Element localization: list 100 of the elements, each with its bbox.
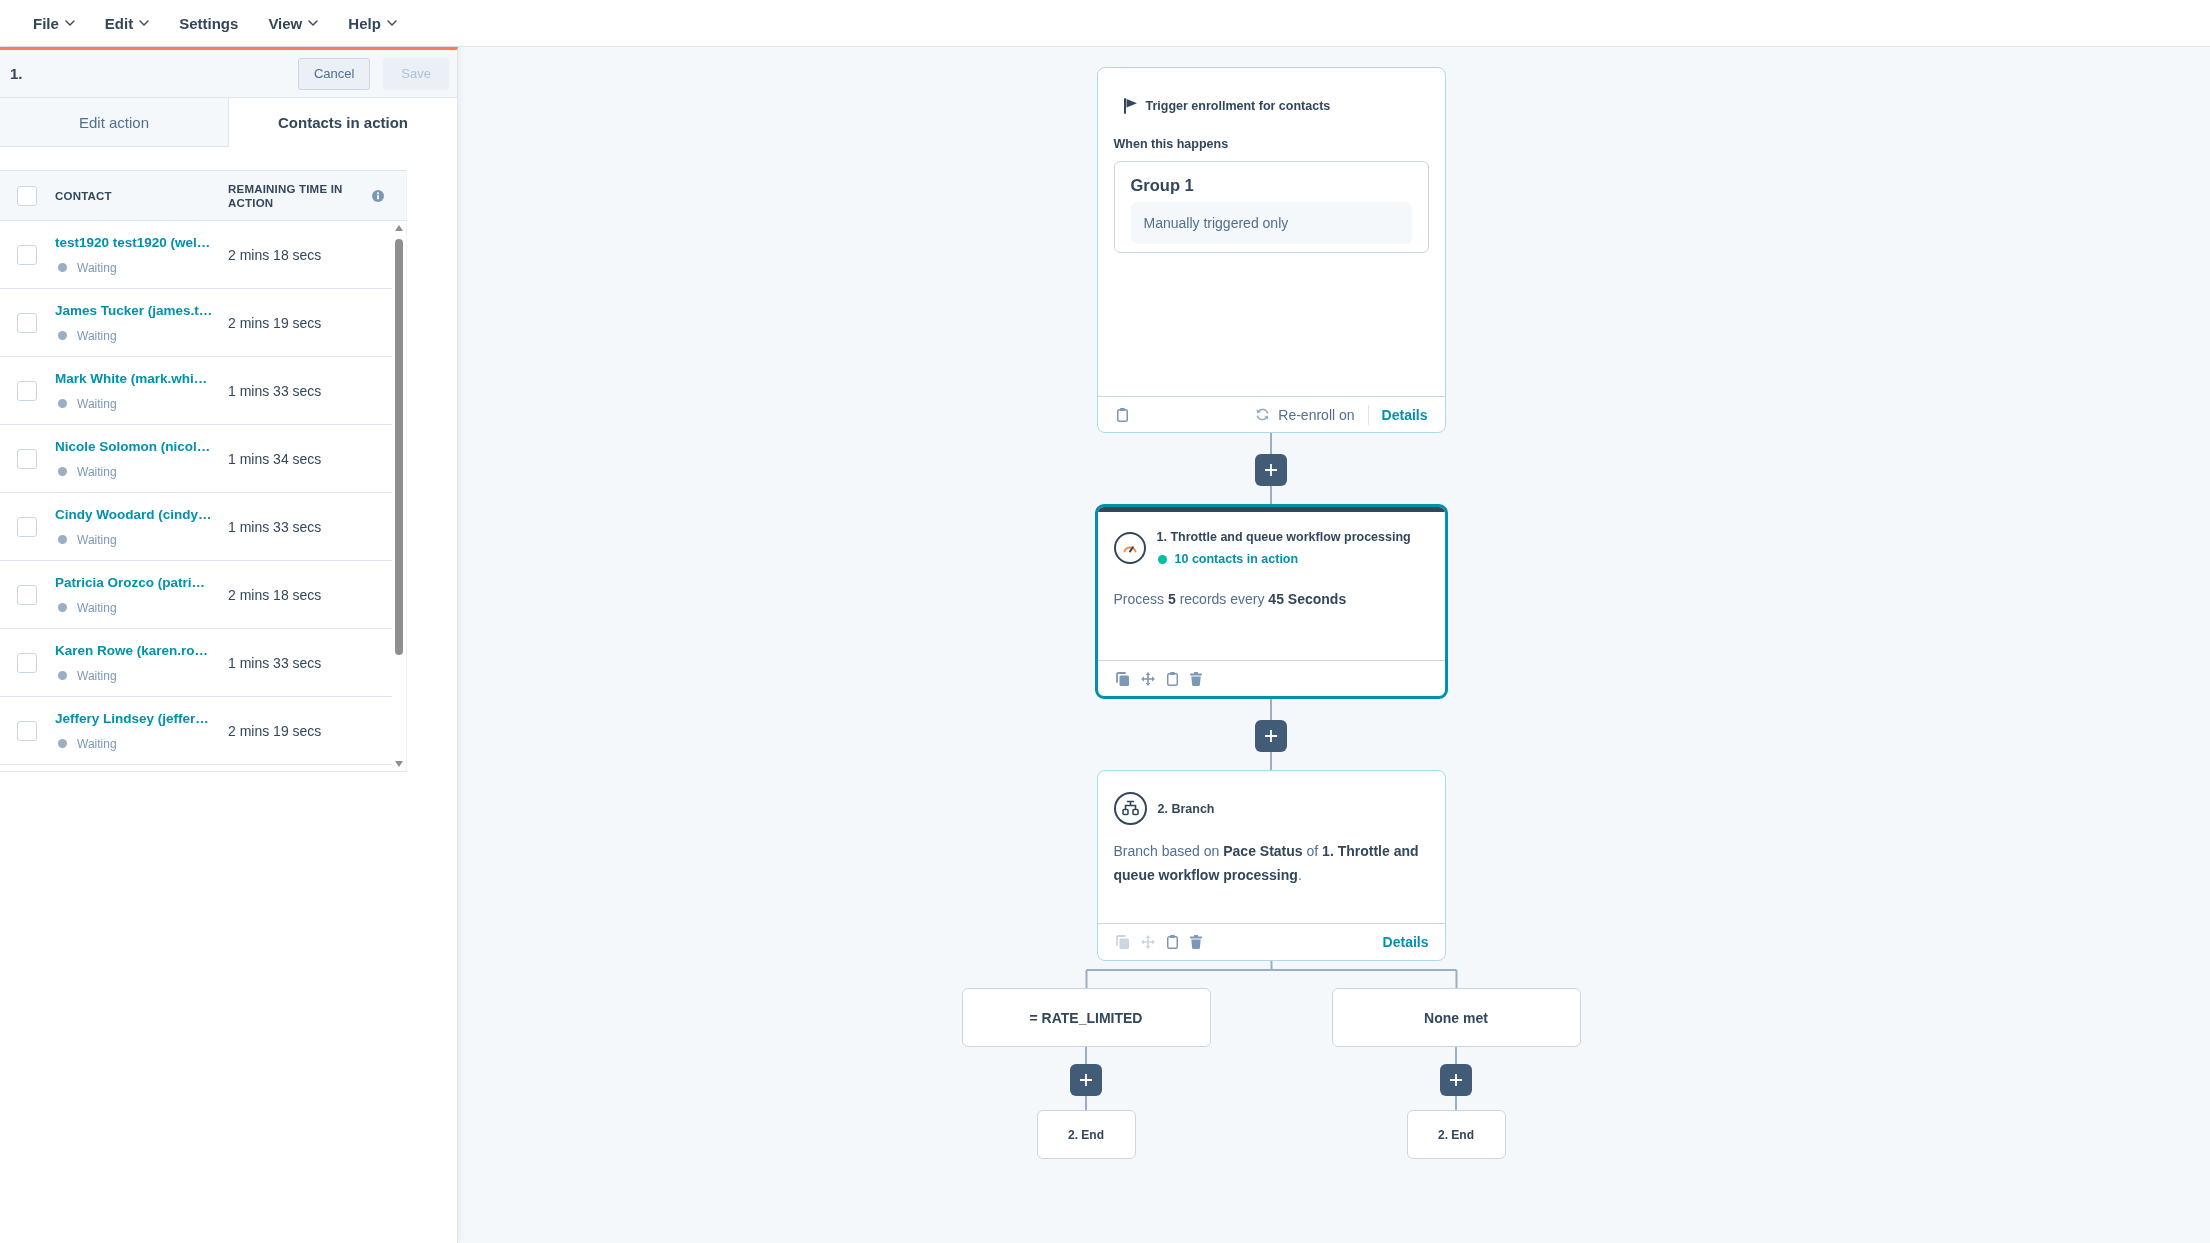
column-header[interactable]: REMAINING TIME IN ACTION bbox=[228, 181, 348, 210]
connector-line bbox=[1270, 699, 1272, 720]
contact-link[interactable]: Patricia Orozco (patri… bbox=[55, 573, 206, 592]
status-dot-icon bbox=[58, 399, 67, 408]
action-description: Branch based on Pace Status of 1. Throttle and queue workflow processing. bbox=[1113, 842, 1420, 885]
branch-icon bbox=[1113, 792, 1147, 825]
status-label: Waiting bbox=[77, 464, 117, 479]
details-link[interactable]: Details bbox=[1382, 934, 1429, 950]
plus-icon bbox=[1265, 730, 1277, 742]
status-dot-icon bbox=[1157, 554, 1167, 564]
contact-link[interactable]: James Tucker (james.t… bbox=[55, 301, 213, 320]
connector-line bbox=[1085, 1096, 1087, 1110]
status-dot-icon bbox=[58, 263, 67, 272]
remaining-time: 1 mins 33 secs bbox=[228, 518, 322, 535]
row-checkbox[interactable] bbox=[17, 312, 37, 333]
status-label: Waiting bbox=[77, 260, 117, 275]
action-card[interactable]: 1. Throttle and queue workflow processing 10 contacts in action Process 5 records every 45 Seconds bbox=[1094, 504, 1448, 699]
cancel-button[interactable]: Cancel bbox=[297, 57, 371, 90]
remaining-time: 1 mins 33 secs bbox=[228, 654, 322, 671]
menu-item[interactable]: Settings bbox=[179, 12, 239, 34]
menu-item[interactable]: File bbox=[33, 12, 75, 34]
remaining-time: 1 mins 34 secs bbox=[228, 450, 322, 467]
status-label: Waiting bbox=[77, 396, 117, 411]
row-checkbox[interactable] bbox=[17, 652, 37, 673]
copy-icon[interactable] bbox=[1115, 671, 1129, 686]
clipboard-icon[interactable] bbox=[1166, 671, 1178, 686]
clipboard-icon[interactable] bbox=[1166, 935, 1178, 949]
remaining-time: 1 mins 33 secs bbox=[228, 382, 322, 399]
contact-link[interactable]: Nicole Solomon (nicol… bbox=[55, 437, 211, 456]
contact-link[interactable]: test1920 test1920 (wel… bbox=[55, 233, 211, 252]
tab[interactable]: Edit action bbox=[0, 98, 229, 147]
caret-icon bbox=[64, 20, 75, 26]
select-all-checkbox[interactable] bbox=[17, 185, 37, 206]
contact-link[interactable]: Mark White (mark.whi… bbox=[55, 369, 208, 388]
status-dot-icon bbox=[58, 603, 67, 612]
contact-link[interactable]: Karen Rowe (karen.ro… bbox=[55, 641, 209, 660]
trigger-condition: Manually triggered only bbox=[1130, 202, 1412, 244]
section-label: When this happens bbox=[1113, 136, 1230, 152]
caret-icon bbox=[308, 20, 319, 26]
add-step-button[interactable] bbox=[1070, 1064, 1102, 1096]
contact-link[interactable]: Jeffery Lindsey (jeffer… bbox=[55, 709, 209, 728]
status-label: Waiting bbox=[77, 668, 117, 683]
action-card[interactable]: 2. Branch Branch based on Pace Status of 1. Throttle and queue workflow processing. Details bbox=[1096, 770, 1446, 961]
row-checkbox[interactable] bbox=[17, 244, 37, 265]
plus-icon bbox=[1080, 1074, 1092, 1086]
remaining-time: 2 mins 18 secs bbox=[228, 586, 322, 603]
connector-line bbox=[1085, 1047, 1087, 1064]
contacts-in-action-link[interactable]: 10 contacts in action bbox=[1174, 552, 1299, 566]
trigger-card[interactable]: Trigger enrollment for contacts When this happens Group 1 Manually triggered only Re-enroll on Details bbox=[1096, 67, 1446, 433]
contact-link[interactable]: Cindy Woodard (cindy… bbox=[55, 505, 212, 524]
branch-condition[interactable]: None met bbox=[1331, 988, 1581, 1047]
status-dot-icon bbox=[58, 535, 67, 544]
trash-icon[interactable] bbox=[1189, 671, 1202, 686]
caret-icon bbox=[386, 20, 397, 26]
flag-icon bbox=[1123, 98, 1137, 114]
add-step-button[interactable] bbox=[1255, 720, 1287, 752]
plus-icon bbox=[1450, 1074, 1462, 1086]
connector-line bbox=[1455, 1047, 1457, 1064]
row-checkbox[interactable] bbox=[17, 720, 37, 741]
trigger-group[interactable]: Group 1 Manually triggered only bbox=[1113, 161, 1429, 253]
remaining-time: 2 mins 18 secs bbox=[228, 246, 322, 263]
connector-line bbox=[1270, 752, 1272, 770]
menu-item[interactable]: Help bbox=[348, 12, 397, 34]
speedometer-icon bbox=[1113, 531, 1146, 564]
status-label: Waiting bbox=[77, 736, 117, 751]
remaining-time: 2 mins 19 secs bbox=[228, 314, 322, 331]
add-step-button[interactable] bbox=[1255, 454, 1287, 486]
info-icon[interactable] bbox=[372, 189, 384, 202]
column-header[interactable]: CONTACT bbox=[55, 188, 228, 203]
trigger-title: Trigger enrollment for contacts bbox=[1145, 99, 1331, 113]
panel-title: 1. bbox=[10, 65, 23, 82]
add-step-button[interactable] bbox=[1440, 1064, 1472, 1096]
connector-line bbox=[1270, 433, 1272, 454]
details-link[interactable]: Details bbox=[1381, 406, 1428, 423]
menu-item[interactable]: View bbox=[268, 12, 319, 34]
action-description: Process 5 records every 45 Seconds bbox=[1113, 590, 1348, 609]
connector-line bbox=[1455, 1096, 1457, 1110]
status-dot-icon bbox=[58, 331, 67, 340]
clipboard-icon[interactable] bbox=[1116, 407, 1128, 422]
row-checkbox[interactable] bbox=[17, 584, 37, 605]
status-dot-icon bbox=[58, 467, 67, 476]
action-title: 2. Branch bbox=[1157, 800, 1215, 818]
action-title: 1. Throttle and queue workflow processing bbox=[1156, 529, 1411, 546]
status-dot-icon bbox=[58, 671, 67, 680]
plus-icon bbox=[1265, 464, 1277, 476]
remaining-time: 2 mins 19 secs bbox=[228, 722, 322, 739]
group-title: Group 1 bbox=[1130, 175, 1195, 195]
end-node[interactable]: 2. End bbox=[1036, 1110, 1136, 1159]
end-node[interactable]: 2. End bbox=[1406, 1110, 1506, 1159]
row-checkbox[interactable] bbox=[17, 516, 37, 537]
menu-item[interactable]: Edit bbox=[104, 12, 150, 34]
reenroll-label: Re-enroll on bbox=[1278, 406, 1355, 423]
branch-condition[interactable]: = RATE_LIMITED bbox=[961, 988, 1211, 1047]
trash-icon[interactable] bbox=[1189, 935, 1202, 949]
row-checkbox[interactable] bbox=[17, 448, 37, 469]
caret-icon bbox=[139, 20, 150, 26]
move-arrows-icon[interactable] bbox=[1140, 671, 1155, 686]
connector-line bbox=[1270, 486, 1272, 504]
row-checkbox[interactable] bbox=[17, 380, 37, 401]
status-label: Waiting bbox=[77, 328, 117, 343]
